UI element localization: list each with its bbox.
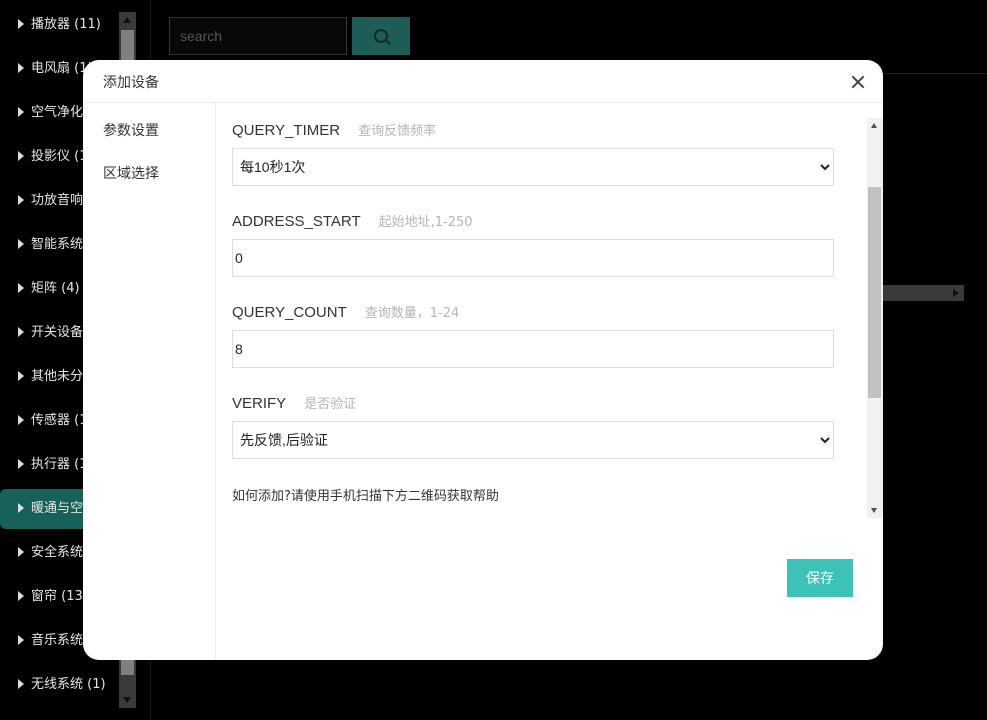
query-count-input[interactable] [232, 330, 834, 368]
scroll-right-icon[interactable] [953, 289, 959, 297]
sidebar-item-label: 播放器 (11) [31, 17, 101, 32]
caret-right-icon [18, 459, 24, 469]
query-count-label: QUERY_COUNT 查询数量，1-24 [232, 302, 459, 321]
caret-right-icon [18, 547, 24, 557]
field-hint: 查询反馈频率 [358, 124, 437, 139]
search-icon-handle [385, 39, 391, 45]
sidebar-item-label: 窗帘 (13) [31, 589, 88, 604]
caret-right-icon [18, 239, 24, 249]
verify-select[interactable]: 先反馈,后验证 [232, 421, 834, 459]
sidebar-item-label: 音乐系统 [31, 633, 84, 648]
caret-right-icon [18, 63, 24, 73]
settings-form: QUERY_TIMER 查询反馈频率 每10秒1次 ADDRESS_START 起始… [216, 117, 883, 517]
nav-item-parameter-settings[interactable]: 参数设置 [103, 120, 159, 140]
caret-right-icon [18, 635, 24, 645]
field-hint: 查询数量，1-24 [364, 306, 460, 321]
form-scrollbar[interactable] [867, 118, 883, 518]
save-button[interactable]: 保存 [787, 559, 853, 597]
sidebar-item-wireless[interactable]: 无线系统 (1) [0, 665, 118, 705]
nav-item-area-selection[interactable]: 区域选择 [103, 163, 159, 183]
field-hint: 起始地址,1-250 [378, 215, 473, 230]
field-label-text: QUERY_TIMER [232, 122, 341, 139]
sidebar-item-label: 智能系统 [31, 237, 84, 252]
verify-label: VERIFY 是否验证 [232, 393, 356, 412]
add-device-dialog: 添加设备 参数设置 区域选择 QUERY_TIMER 查询反馈频率 每10秒1次 … [83, 60, 883, 660]
dialog-title: 添加设备 [103, 75, 159, 91]
scroll-up-icon[interactable] [123, 17, 131, 23]
caret-right-icon [18, 679, 24, 689]
caret-right-icon [18, 415, 24, 425]
scroll-down-icon[interactable] [123, 697, 131, 703]
query-timer-label: QUERY_TIMER 查询反馈频率 [232, 120, 436, 139]
caret-right-icon [18, 371, 24, 381]
sidebar-item-label: 安全系统 [31, 545, 84, 560]
scrollbar-thumb[interactable] [868, 187, 881, 398]
sidebar-item-player[interactable]: 播放器 (11) [0, 5, 118, 45]
scroll-down-icon[interactable] [871, 508, 877, 513]
caret-right-icon [18, 19, 24, 29]
caret-right-icon [18, 327, 24, 337]
dialog-nav: 参数设置 区域选择 [83, 103, 216, 660]
sidebar-item-label: 开关设备 [31, 325, 84, 340]
help-text: 如何添加?请使用手机扫描下方二维码获取帮助 [232, 489, 499, 504]
caret-right-icon [18, 195, 24, 205]
scroll-up-icon[interactable] [871, 123, 877, 128]
search-input[interactable] [169, 17, 347, 55]
field-label-text: VERIFY [232, 395, 287, 412]
caret-right-icon [18, 107, 24, 117]
caret-right-icon [18, 591, 24, 601]
field-hint: 是否验证 [304, 397, 357, 412]
dialog-header: 添加设备 [83, 60, 883, 103]
caret-right-icon [18, 151, 24, 161]
address-start-input[interactable] [232, 239, 834, 277]
query-timer-select[interactable]: 每10秒1次 [232, 148, 834, 186]
address-start-label: ADDRESS_START 起始地址,1-250 [232, 211, 473, 230]
horizontal-scrollbar[interactable] [883, 285, 964, 301]
field-label-text: QUERY_COUNT [232, 304, 347, 321]
sidebar-item-label: 矩阵 (4) [31, 281, 80, 296]
close-icon[interactable] [847, 71, 869, 93]
sidebar-item-label: 无线系统 (1) [31, 677, 106, 692]
sidebar-item-label: 功放音响 [31, 193, 84, 208]
field-label-text: ADDRESS_START [232, 213, 361, 230]
caret-right-icon [18, 283, 24, 293]
search-button[interactable] [352, 17, 410, 55]
caret-right-icon [18, 503, 24, 513]
